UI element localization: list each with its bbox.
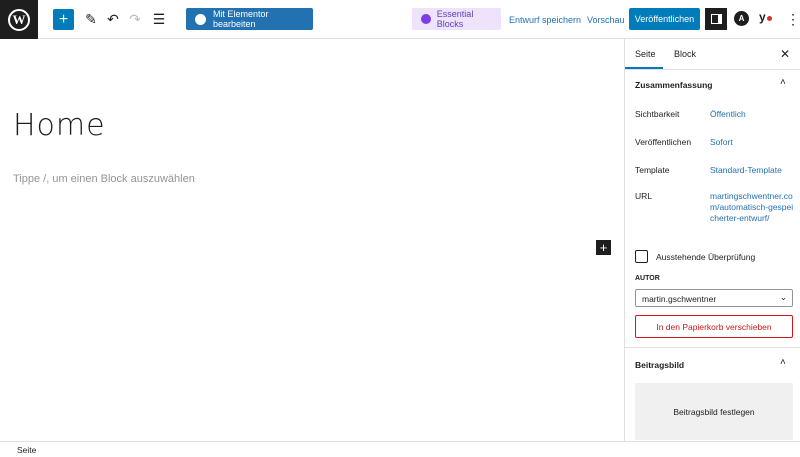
summary-panel-toggle[interactable]: Zusammenfassung — [635, 80, 712, 90]
template-label: Template — [635, 165, 670, 175]
set-featured-image-button[interactable]: Beitragsbild festlegen — [635, 383, 793, 440]
visibility-value[interactable]: Öffentlich — [710, 109, 746, 119]
featured-image-panel-toggle[interactable]: Beitragsbild — [635, 360, 684, 370]
more-options-icon[interactable]: ⋮ — [786, 9, 800, 29]
chevron-up-icon[interactable]: ˄ — [780, 77, 786, 88]
pending-review-label: Ausstehende Überprüfung — [656, 252, 756, 262]
preview-button[interactable]: Vorschau — [587, 15, 625, 25]
add-block-button[interactable]: + — [53, 9, 74, 30]
breadcrumb-item[interactable]: Seite — [17, 445, 36, 455]
undo-icon[interactable]: ↶ — [104, 9, 122, 29]
edit-tool-icon[interactable]: ✎ — [82, 9, 100, 29]
top-toolbar: W + ✎ ↶ ↷ ☰ Mit Elementor bearbeiten Ess… — [0, 0, 800, 39]
essential-blocks-icon — [421, 14, 431, 24]
page-title[interactable]: Home — [13, 108, 106, 143]
elementor-edit-button[interactable]: Mit Elementor bearbeiten — [186, 8, 313, 30]
block-placeholder[interactable]: Tippe /, um einen Block auszuwählen — [13, 173, 195, 185]
astra-icon[interactable]: A — [734, 11, 749, 26]
author-select[interactable]: martin.gschwentner ⌄ — [635, 289, 793, 307]
wordpress-logo-button[interactable]: W — [0, 0, 38, 39]
settings-sidebar: Seite Block ✕ Zusammenfassung ˄ Sichtbar… — [624, 39, 800, 441]
settings-sidebar-toggle[interactable] — [705, 8, 727, 30]
url-label: URL — [635, 191, 653, 201]
publish-button[interactable]: Veröffentlichen — [629, 8, 700, 30]
footer-breadcrumb: Seite — [0, 441, 800, 457]
publish-date-label: Veröffentlichen — [635, 137, 692, 147]
tab-page[interactable]: Seite — [635, 49, 656, 59]
redo-icon[interactable]: ↷ — [126, 9, 144, 29]
move-to-trash-button[interactable]: In den Papierkorb verschieben — [635, 315, 793, 338]
elementor-icon — [195, 13, 206, 25]
visibility-label: Sichtbarkeit — [635, 109, 680, 119]
essential-blocks-button[interactable]: Essential Blocks — [412, 8, 501, 30]
inline-add-block-button[interactable]: + — [596, 240, 611, 255]
url-value[interactable]: martingschwentner.com/automatisch-gespei… — [710, 191, 796, 224]
chevron-down-icon: ⌄ — [779, 292, 787, 302]
close-icon[interactable]: ✕ — [780, 47, 790, 61]
chevron-up-icon[interactable]: ˄ — [780, 357, 786, 368]
pending-review-checkbox[interactable] — [635, 250, 648, 263]
wordpress-icon: W — [8, 8, 30, 31]
publish-date-value[interactable]: Sofort — [710, 137, 733, 147]
template-value[interactable]: Standard-Template — [710, 165, 782, 175]
tab-block[interactable]: Block — [674, 49, 696, 59]
author-label: AUTOR — [635, 275, 660, 282]
document-overview-icon[interactable]: ☰ — [149, 9, 169, 29]
save-draft-button[interactable]: Entwurf speichern — [509, 15, 581, 25]
sidebar-icon — [710, 14, 722, 24]
yoast-icon[interactable]: y — [759, 10, 772, 24]
